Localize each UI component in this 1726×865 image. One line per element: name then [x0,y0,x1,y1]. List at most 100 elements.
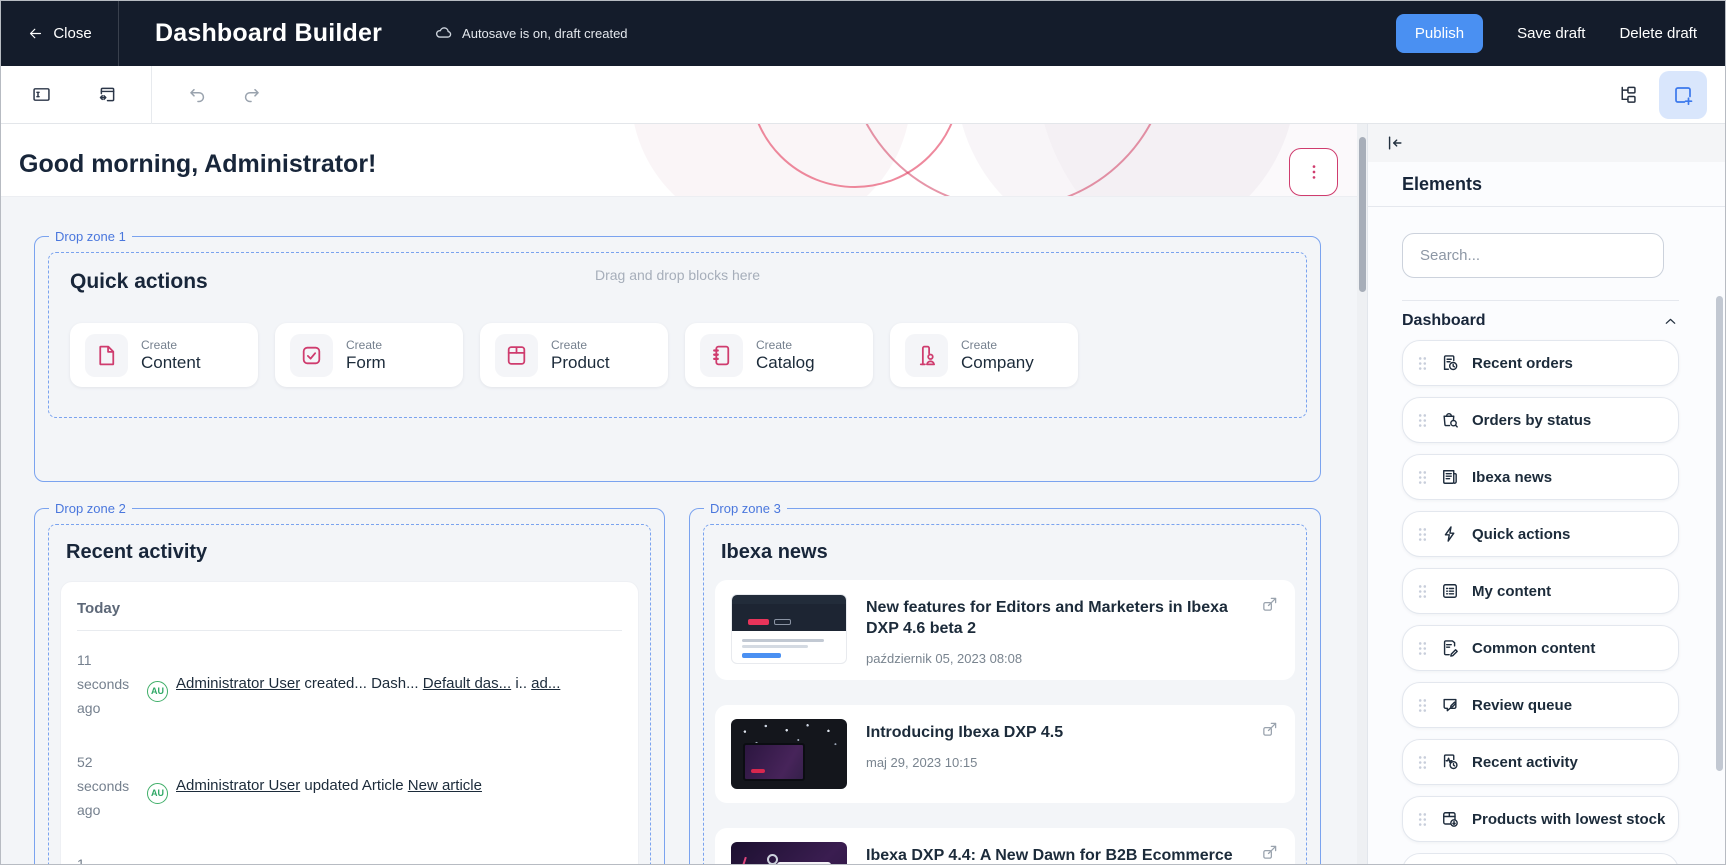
search-input[interactable] [1402,233,1664,278]
drag-handle-icon[interactable] [1417,412,1428,429]
create-item-label: Content [141,353,201,373]
activity-link[interactable]: ad... [531,675,560,692]
create-product-card[interactable]: CreateProduct [480,323,668,387]
main-scrollbar-thumb[interactable] [1359,137,1366,292]
news-title: Ibexa DXP 4.4: A New Dawn for B2B Ecomme… [866,845,1275,864]
drop-zone-3[interactable]: Drop zone 3 Ibexa news New features for … [689,508,1321,864]
toggle-left-panel-button[interactable] [23,77,59,113]
news-item[interactable]: Ibexa DXP 4.4: A New Dawn for B2B Ecomme… [715,828,1295,864]
panel-header: Elements [1368,162,1725,207]
icon-tile [700,334,743,377]
element-item-orders-by-status[interactable]: Orders by status [1402,397,1679,443]
cloud-icon [434,24,453,43]
activity-group-label: Today [77,600,622,617]
form-checkbox-icon [299,343,324,368]
create-catalog-card[interactable]: CreateCatalog [685,323,873,387]
element-item-label: Recent activity [1472,754,1578,771]
quick-actions-block[interactable]: Quick actions CreateContent CreateForm C… [48,252,1307,418]
activity-link[interactable]: New article [408,777,482,794]
create-form-card[interactable]: CreateForm [275,323,463,387]
page-options-button[interactable] [1289,148,1338,196]
save-draft-button[interactable]: Save draft [1517,25,1585,42]
review-bubble-icon [1440,695,1460,715]
external-link-icon[interactable] [1261,595,1279,613]
activity-link[interactable]: Administrator User [176,675,300,692]
section-label: Dashboard [1402,312,1486,330]
panel-top-strip [1368,124,1725,162]
element-item-label: My content [1472,583,1551,600]
publish-button[interactable]: Publish [1396,14,1483,53]
main-scrollbar[interactable] [1357,124,1367,864]
element-item-common-content[interactable]: Common content [1402,625,1679,671]
activity-timestamp: 1 [77,852,137,864]
external-link-icon[interactable] [1261,720,1279,738]
create-company-card[interactable]: CreateCompany [890,323,1078,387]
content-edit-icon [1440,638,1460,658]
drop-zone-1[interactable]: Drop zone 1 Quick actions CreateContent … [34,236,1321,482]
create-content-card[interactable]: CreateContent [70,323,258,387]
element-item-recent-orders[interactable]: Recent orders [1402,340,1679,386]
close-button[interactable]: Close [1,1,119,66]
collapse-panel-icon[interactable] [1385,133,1405,153]
activity-item: 1 [77,852,622,864]
drag-handle-icon[interactable] [1417,526,1428,543]
arrow-left-icon [27,25,44,42]
element-item-ibexa-news[interactable]: Ibexa news [1402,454,1679,500]
drag-handle-icon[interactable] [1417,697,1428,714]
activity-timestamp: 52 seconds ago [77,750,137,822]
chevron-up-icon[interactable] [1662,313,1679,330]
news-item[interactable]: New features for Editors and Marketers i… [715,580,1295,680]
panel-title: Elements [1402,174,1482,195]
undo-button[interactable] [179,77,215,113]
drag-handle-icon[interactable] [1417,355,1428,372]
activity-link[interactable]: Administrator User [176,777,300,794]
builder-canvas: Good morning, Administrator! Drop zone 1… [1,124,1357,864]
element-item-products-with-lowest-stock[interactable]: Products with lowest stock [1402,796,1679,842]
section-dashboard[interactable]: Dashboard [1402,312,1679,330]
drag-handle-icon[interactable] [1417,469,1428,486]
element-item-partial[interactable] [1402,853,1679,864]
add-block-icon [1671,83,1695,107]
activity-item: 11 seconds ago AUAdministrator User crea… [77,648,622,720]
drag-handle-icon[interactable] [1417,583,1428,600]
divider [1402,300,1679,301]
icon-tile [905,334,948,377]
external-link-icon[interactable] [1261,843,1279,861]
undo-icon [187,84,208,105]
add-block-button[interactable] [1659,71,1707,119]
block-title: Recent activity [66,541,650,564]
drag-handle-icon[interactable] [1417,811,1428,828]
panel-scrollbar-thumb[interactable] [1716,296,1723,771]
structure-view-button[interactable] [1609,77,1645,113]
element-item-review-queue[interactable]: Review queue [1402,682,1679,728]
element-item-my-content[interactable]: My content [1402,568,1679,614]
element-item-recent-activity[interactable]: Recent activity [1402,739,1679,785]
recent-activity-block[interactable]: Recent activity Today 11 seconds ago AUA… [48,524,651,864]
content-file-icon [94,343,119,368]
drag-handle-icon[interactable] [1417,754,1428,771]
create-label: Create [961,338,1034,352]
activity-clock-icon [1440,752,1460,772]
switch-layout-button[interactable] [89,77,125,113]
activity-list: 11 seconds ago AUAdministrator User crea… [77,648,622,864]
element-item-label: Products with lowest stock [1472,811,1665,828]
content-list-icon [1440,581,1460,601]
delete-draft-button[interactable]: Delete draft [1619,25,1697,42]
element-item-label: Quick actions [1472,526,1570,543]
create-item-label: Catalog [756,353,815,373]
user-avatar: AU [147,783,168,804]
recent-activity-card: Today 11 seconds ago AUAdministrator Use… [60,581,639,864]
icon-tile [495,334,538,377]
redo-button[interactable] [233,77,269,113]
ibexa-news-block[interactable]: Ibexa news New features for Editors and … [703,524,1307,864]
element-item-quick-actions[interactable]: Quick actions [1402,511,1679,557]
drop-zone-2[interactable]: Drop zone 2 Recent activity Today 11 sec… [34,508,665,864]
activity-link[interactable]: Default das... [423,675,511,692]
news-item[interactable]: Introducing Ibexa DXP 4.5 maj 29, 2023 1… [715,705,1295,803]
create-item-label: Product [551,353,610,373]
drop-zone-label: Drop zone 3 [704,500,787,517]
drag-handle-icon[interactable] [1417,640,1428,657]
create-label: Create [141,338,201,352]
activity-text: i.. [511,675,531,692]
news-thumbnail-warehouse-photo [731,719,847,789]
